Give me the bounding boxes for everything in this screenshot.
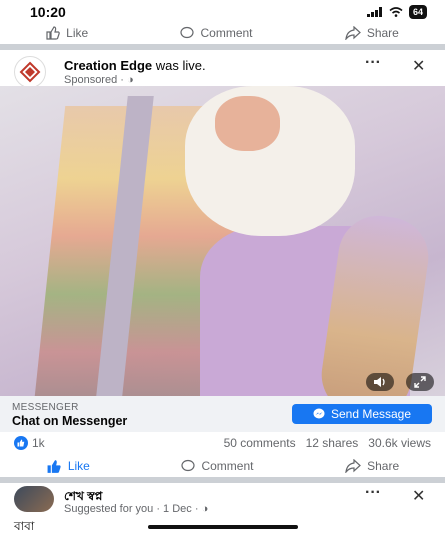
speaker-icon <box>374 377 385 387</box>
more-options-button[interactable]: ··· <box>365 54 381 72</box>
sponsored-label: Sponsored · ◑ <box>64 74 134 86</box>
more-options-button[interactable]: ··· <box>365 484 381 502</box>
previous-post-actions: Like Comment Share <box>0 22 445 44</box>
engagement-stats: 1k 50 comments 12 shares 30.6k views <box>0 434 445 452</box>
comment-icon <box>181 459 196 472</box>
fullscreen-button[interactable] <box>406 373 434 391</box>
post-actions: Like Comment Share <box>0 455 445 477</box>
comment-count[interactable]: 50 comments <box>224 436 296 450</box>
thumbs-up-filled-icon <box>47 459 61 473</box>
post-header: Creation Edge was live. Sponsored · ◑ ··… <box>0 52 445 88</box>
close-icon[interactable]: ✕ <box>412 486 425 506</box>
status-bar: 10:20 64 <box>0 0 445 24</box>
like-reaction-icon <box>14 436 28 450</box>
volume-button[interactable] <box>366 373 394 391</box>
feed-divider <box>0 477 445 483</box>
video-frame-face <box>215 96 280 151</box>
expand-icon <box>414 376 426 388</box>
comment-icon <box>180 26 195 39</box>
cta-bar: MESSENGER Chat on Messenger Send Message <box>0 396 445 432</box>
page-name-link[interactable]: Creation Edge <box>64 58 152 73</box>
previous-like-button[interactable]: Like <box>46 26 88 40</box>
suggested-post-text: বাবা <box>14 519 35 533</box>
signal-icon <box>366 7 382 17</box>
globe-icon: ◑ <box>201 503 209 515</box>
wifi-icon <box>389 7 403 17</box>
page-avatar[interactable] <box>14 56 46 88</box>
share-icon <box>345 459 362 473</box>
suggested-meta: Suggested for you · 1 Dec · ◑ <box>64 503 208 515</box>
home-indicator[interactable] <box>148 525 298 529</box>
like-button[interactable]: Like <box>46 459 90 474</box>
previous-comment-button[interactable]: Comment <box>180 26 253 40</box>
battery-indicator: 64 <box>408 5 427 19</box>
creation-edge-logo-icon <box>19 61 41 83</box>
cta-subtitle: MESSENGER <box>12 402 79 413</box>
thumbs-up-icon <box>46 26 60 40</box>
stats-right: 50 comments 12 shares 30.6k views <box>224 436 431 450</box>
like-label: Like <box>67 459 90 473</box>
view-count: 30.6k views <box>368 436 431 450</box>
reaction-count[interactable]: 1k <box>32 436 45 450</box>
send-message-button[interactable]: Send Message <box>292 404 432 424</box>
cta-title[interactable]: Chat on Messenger <box>12 414 127 428</box>
share-icon <box>345 26 361 40</box>
avatar[interactable] <box>14 486 54 512</box>
like-label: Like <box>66 26 89 40</box>
feed-divider <box>0 44 445 50</box>
post-activity: was live. <box>155 58 206 73</box>
close-icon[interactable]: ✕ <box>412 56 425 76</box>
comment-label: Comment <box>200 26 253 40</box>
post-title: Creation Edge was live. <box>64 58 206 73</box>
share-label: Share <box>367 459 400 473</box>
previous-share-button[interactable]: Share <box>345 26 399 40</box>
comment-label: Comment <box>201 459 254 473</box>
post-video[interactable] <box>0 86 445 396</box>
suggested-meta-text: Suggested for you · 1 Dec · <box>64 503 199 515</box>
send-message-label: Send Message <box>330 407 412 421</box>
share-button[interactable]: Share <box>345 459 399 473</box>
globe-icon: ◑ <box>127 74 134 86</box>
share-count[interactable]: 12 shares <box>306 436 359 450</box>
status-time: 10:20 <box>30 4 66 20</box>
share-label: Share <box>366 26 399 40</box>
status-icons: 64 <box>366 5 427 19</box>
sponsored-text[interactable]: Sponsored <box>64 74 117 86</box>
comment-button[interactable]: Comment <box>181 459 253 473</box>
messenger-icon <box>313 408 325 419</box>
